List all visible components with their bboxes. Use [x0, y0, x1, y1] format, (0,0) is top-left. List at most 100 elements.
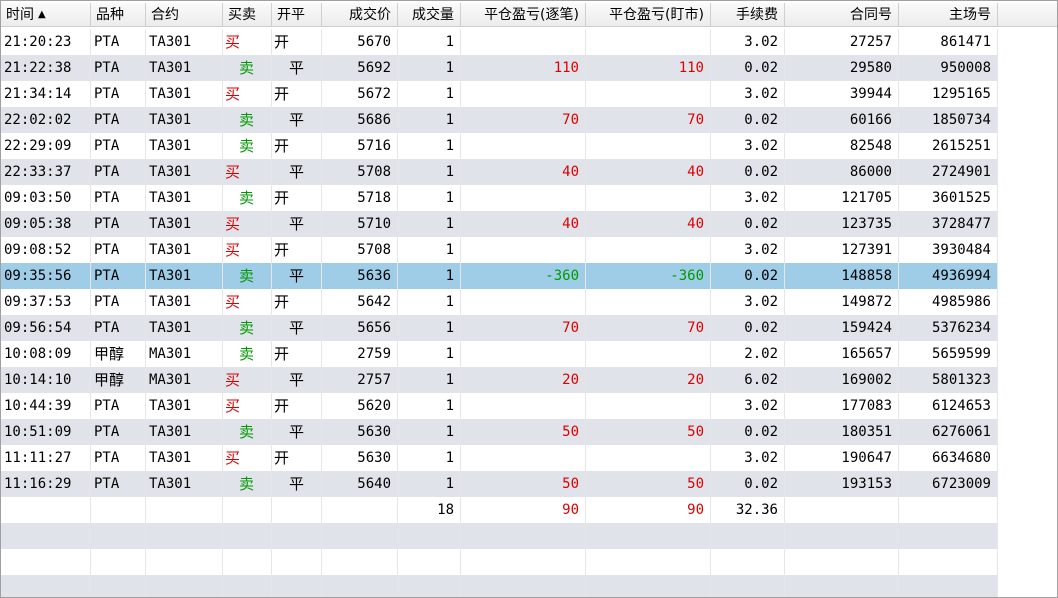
- table-row[interactable]: 21:22:38 PTA TA301 卖平 5692 1 110 110 0.02 29580 95…: [1, 55, 1057, 81]
- col-qty-cell: 1: [398, 107, 461, 133]
- col-side-cell: 买: [223, 289, 272, 315]
- col-exch-no-cell: 3930484: [899, 237, 998, 263]
- col-product-cell: PTA: [91, 133, 146, 159]
- col-time-cell: 09:35:56: [1, 263, 91, 289]
- col-order-no-cell: 149872: [785, 289, 899, 315]
- table-row[interactable]: 11:11:27 PTA TA301 买开 5630 1 3.02 190647 6634680: [1, 445, 1057, 471]
- col-pnl-trade-cell: [461, 445, 586, 471]
- col-fee-cell: 3.02: [711, 185, 785, 211]
- empty-cell: [272, 549, 322, 575]
- col-time-cell: 09:56:54: [1, 315, 91, 341]
- header-label: 合同号: [850, 7, 892, 23]
- col-exch-no-cell: 6276061: [899, 419, 998, 445]
- col-oc-cell: 开: [272, 341, 322, 367]
- table-row[interactable]: 22:02:02 PTA TA301 卖平 5686 1 70 70 0.02 60166 1850…: [1, 107, 1057, 133]
- col-contract-cell: TA301: [146, 445, 223, 471]
- col-exch-no-cell: 6723009: [899, 471, 998, 497]
- empty-cell: [711, 523, 785, 549]
- header-col-exch-no[interactable]: 主场号: [899, 3, 998, 27]
- empty-cell: [272, 497, 322, 523]
- col-qty-cell: 1: [398, 471, 461, 497]
- col-contract-cell: TA301: [146, 419, 223, 445]
- col-exch-no-cell: 5376234: [899, 315, 998, 341]
- table-row[interactable]: 22:33:37 PTA TA301 买平 5708 1 40 40 0.02 86000 2724…: [1, 159, 1057, 185]
- col-fee-cell: 3.02: [711, 237, 785, 263]
- col-pnl-mtm-cell: 110: [586, 55, 711, 81]
- col-order-no-cell: 121705: [785, 185, 899, 211]
- col-exch-no-cell: 6634680: [899, 445, 998, 471]
- table-row[interactable]: 09:37:53 PTA TA301 买开 5642 1 3.02 149872 4985986: [1, 289, 1057, 315]
- col-pnl-mtm-cell: [586, 81, 711, 107]
- table-row[interactable]: 09:56:54 PTA TA301 卖平 5656 1 70 70 0.02 159424 537…: [1, 315, 1057, 341]
- table-row[interactable]: 22:29:09 PTA TA301 卖开 5716 1 3.02 82548 2615251: [1, 133, 1057, 159]
- col-side-cell: 卖: [223, 315, 272, 341]
- col-side-cell: 卖: [223, 471, 272, 497]
- empty-cell: [223, 523, 272, 549]
- header-col-oc[interactable]: 开平: [272, 3, 322, 27]
- col-price-cell: 5642: [322, 289, 398, 315]
- table-row[interactable]: 09:05:38 PTA TA301 买平 5710 1 40 40 0.02 123735 372…: [1, 211, 1057, 237]
- col-product-cell: PTA: [91, 211, 146, 237]
- table-row[interactable]: 10:44:39 PTA TA301 买开 5620 1 3.02 177083 6124653: [1, 393, 1057, 419]
- total-fee-cell: 32.36: [711, 497, 785, 523]
- col-pnl-trade-cell: 20: [461, 367, 586, 393]
- header-label: 主场号: [949, 7, 991, 23]
- col-order-no-cell: 29580: [785, 55, 899, 81]
- col-contract-cell: TA301: [146, 211, 223, 237]
- table-row[interactable]: 10:51:09 PTA TA301 卖平 5630 1 50 50 0.02 180351 627…: [1, 419, 1057, 445]
- empty-cell: [1, 549, 91, 575]
- header-label: 合约: [151, 7, 179, 23]
- header-col-contract[interactable]: 合约: [146, 3, 223, 27]
- table-row[interactable]: 11:16:29 PTA TA301 卖平 5640 1 50 50 0.02 193153 672…: [1, 471, 1057, 497]
- col-qty-cell: 1: [398, 445, 461, 471]
- col-exch-no-cell: 4936994: [899, 263, 998, 289]
- col-price-cell: 5636: [322, 263, 398, 289]
- col-oc-cell: 开: [272, 133, 322, 159]
- header-col-time[interactable]: 时间 ▲: [1, 3, 91, 27]
- col-time-cell: 09:08:52: [1, 237, 91, 263]
- empty-cell: [322, 575, 398, 597]
- col-price-cell: 5686: [322, 107, 398, 133]
- empty-cell: [91, 575, 146, 597]
- empty-cell: [223, 497, 272, 523]
- col-product-cell: PTA: [91, 471, 146, 497]
- header-col-order-no[interactable]: 合同号: [785, 3, 899, 27]
- col-exch-no-cell: 861471: [899, 29, 998, 55]
- table-row[interactable]: 09:08:52 PTA TA301 买开 5708 1 3.02 127391 3930484: [1, 237, 1057, 263]
- header-col-pnl-mtm[interactable]: 平仓盈亏(盯市): [586, 3, 711, 27]
- table-row[interactable]: 10:14:10 甲醇 MA301 买平 2757 1 20 20 6.02 169002 5801…: [1, 367, 1057, 393]
- col-pnl-trade-cell: -360: [461, 263, 586, 289]
- header-col-price[interactable]: 成交价: [322, 3, 398, 27]
- header-col-pnl-trade[interactable]: 平仓盈亏(逐笔): [461, 3, 586, 27]
- header-label: 买卖: [228, 7, 256, 23]
- header-col-product[interactable]: 品种: [91, 3, 146, 27]
- col-product-cell: PTA: [91, 185, 146, 211]
- col-exch-no-cell: 5659599: [899, 341, 998, 367]
- col-price-cell: 5708: [322, 237, 398, 263]
- table-row[interactable]: 10:08:09 甲醇 MA301 卖开 2759 1 2.02 165657 5659599: [1, 341, 1057, 367]
- col-exch-no-cell: 950008: [899, 55, 998, 81]
- col-time-cell: 10:08:09: [1, 341, 91, 367]
- table-row[interactable]: 21:20:23 PTA TA301 买开 5670 1 3.02 27257 861471: [1, 29, 1057, 55]
- empty-cell: [785, 575, 899, 597]
- col-time-cell: 21:22:38: [1, 55, 91, 81]
- col-product-cell: PTA: [91, 159, 146, 185]
- empty-cell: [899, 549, 998, 575]
- col-pnl-trade-cell: [461, 29, 586, 55]
- header-col-fee[interactable]: 手续费: [711, 3, 785, 27]
- col-pnl-mtm-cell: [586, 133, 711, 159]
- table-row[interactable]: 09:03:50 PTA TA301 卖开 5718 1 3.02 121705 3601525: [1, 185, 1057, 211]
- col-order-no-cell: 165657: [785, 341, 899, 367]
- trade-records-table: 时间 ▲ 品种 合约 买卖 开平 成交价 成交量 平仓盈亏(逐笔) 平仓盈亏(盯市) 手续费 合同号主…: [0, 0, 1058, 598]
- col-pnl-trade-cell: [461, 81, 586, 107]
- header-col-qty[interactable]: 成交量: [398, 3, 461, 27]
- header-col-side[interactable]: 买卖: [223, 3, 272, 27]
- col-product-cell: PTA: [91, 419, 146, 445]
- col-fee-cell: 0.02: [711, 211, 785, 237]
- col-qty-cell: 1: [398, 159, 461, 185]
- table-row[interactable]: 21:34:14 PTA TA301 买开 5672 1 3.02 39944 1295165: [1, 81, 1057, 107]
- col-side-cell: 买: [223, 29, 272, 55]
- col-product-cell: PTA: [91, 29, 146, 55]
- table-row[interactable]: 09:35:56 PTA TA301 卖平 5636 1 -360 -360 0.02 14885…: [1, 263, 1057, 289]
- col-oc-cell: 开: [272, 185, 322, 211]
